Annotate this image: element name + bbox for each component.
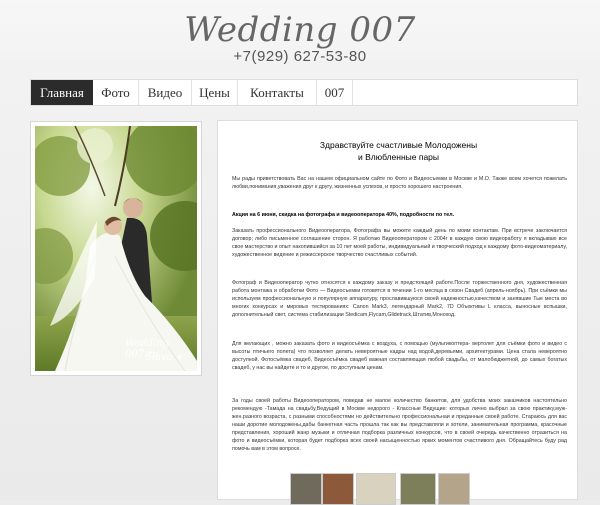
photo-watermark-signature: Slava + — [145, 352, 185, 363]
aerial-paragraph: Для желающих , можно заказать фото и вид… — [232, 341, 567, 371]
gallery-thumbnail[interactable] — [356, 473, 396, 505]
gallery-thumbnail[interactable] — [438, 473, 470, 505]
gallery-thumbnail[interactable] — [290, 473, 322, 505]
promo-paragraph: Акция на 6 июня, скидка на фотографа и в… — [232, 212, 455, 218]
main-content: Здравствуйте счастливые Молодожены и Влю… — [217, 120, 578, 500]
host-paragraph: За годы своей работы Видеооператором, по… — [232, 398, 567, 452]
nav-item-home[interactable]: Главная — [31, 80, 93, 105]
gallery-thumbnail[interactable] — [322, 473, 354, 505]
featured-photo-frame: Wedding 007.ru Slava + — [30, 121, 202, 376]
nav-item-contacts[interactable]: Контакты — [238, 80, 317, 105]
gallery-thumbnail[interactable] — [400, 473, 436, 505]
page-title-line1: Здравствуйте счастливые Молодожены — [319, 140, 478, 150]
wedding-couple-photo[interactable]: Wedding 007.ru Slava + — [35, 126, 197, 371]
nav-item-video[interactable]: Видео — [139, 80, 192, 105]
nav-item-prices[interactable]: Цены — [192, 80, 238, 105]
booking-paragraph: Заказать профессионального Видеооператор… — [232, 228, 567, 258]
intro-paragraph: Мы рады приветствовать Вас на нашем офиц… — [232, 176, 567, 190]
phone-number: +7(929) 627-53-80 — [233, 48, 367, 65]
main-nav: Главная Фото Видео Цены Контакты 007 — [30, 79, 578, 106]
equipment-paragraph: Фотограф и Видеооператор чутко относятся… — [232, 280, 567, 318]
nav-item-007[interactable]: 007 — [317, 80, 353, 105]
site-logo[interactable]: Wedding 007 — [0, 10, 600, 50]
page-title: Здравствуйте счастливые Молодожены и Влю… — [218, 139, 577, 163]
page-title-line2: и Влюбленные пары — [357, 152, 440, 162]
nav-item-photo[interactable]: Фото — [93, 80, 139, 105]
